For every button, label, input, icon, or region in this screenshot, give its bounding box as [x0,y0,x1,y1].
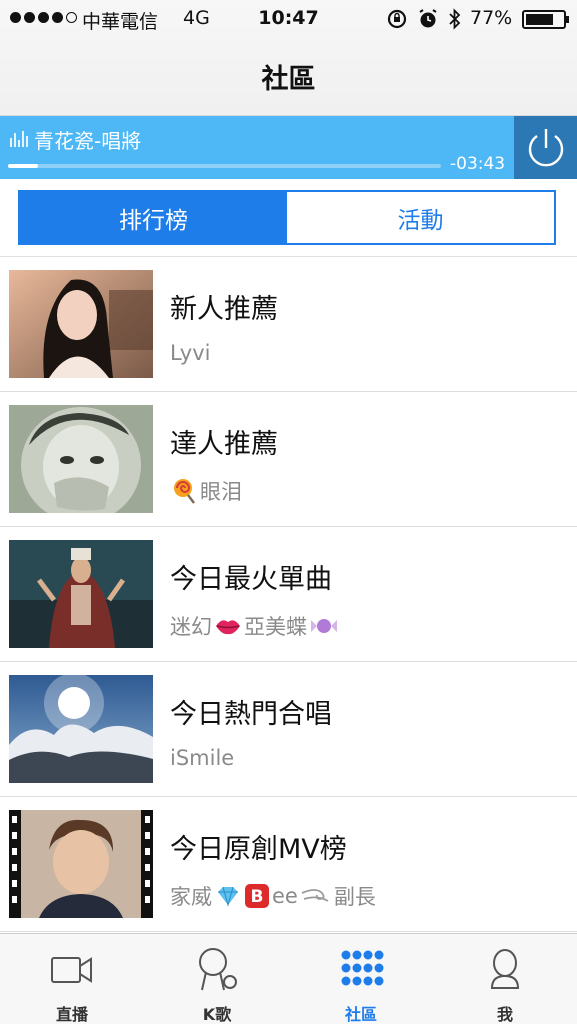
lips-icon [216,620,240,635]
video-camera-icon [51,957,92,983]
gem-icon [218,886,238,907]
list-item-user-name: iSmile [170,746,235,770]
list-item-user: 迷幻 亞美蝶 [170,611,339,641]
thumbnail-image [9,675,153,783]
list-item-user: 眼泪 [170,476,242,506]
power-button[interactable] [514,116,577,179]
tab-label: 直播 [55,1005,88,1024]
list-item-title: 今日原創MV榜 [170,834,347,865]
app-screen: 中華電信 4G 10:47 77% 社區 青花瓷-唱將 -03:43 排行榜 活… [0,0,577,1024]
bluetooth-icon [449,8,461,30]
alarm-icon [419,9,437,28]
mini-player[interactable]: 青花瓷-唱將 -03:43 [0,116,577,179]
status-bar: 中華電信 4G 10:47 77% [0,0,577,38]
list-item-user-name: 家威 [170,885,212,909]
list-item-user-name: Lyvi [170,341,211,365]
segment-events[interactable]: 活動 [287,192,554,243]
list-item-title: 今日熱門合唱 [170,699,332,730]
list-item-title: 新人推薦 [170,294,278,325]
wind-icon [301,889,329,902]
tab-live[interactable]: 直播 [17,934,127,1024]
grid-dots-icon [341,950,384,986]
candy-icon [311,619,337,633]
b-badge-icon: B [245,884,269,908]
tab-karaoke[interactable]: K歌 [162,934,272,1024]
equalizer-icon [10,131,28,147]
list-item-user-name: 眼泪 [200,480,242,504]
list-item[interactable]: 今日熱門合唱 iSmile [0,662,577,797]
ranking-list: 新人推薦 Lyvi 達人推薦 眼泪 今日最火單曲 迷幻 亞美蝶 今日熱門合唱 i… [0,257,577,932]
list-item-user: Lyvi [170,341,210,365]
list-item-user-name-3: 副長 [333,885,376,909]
rotation-lock-icon [387,9,407,29]
list-item-title: 達人推薦 [170,429,278,460]
now-playing-title: 青花瓷-唱將 [34,129,142,153]
tab-bar: 直播 K歌 社區 我 [0,933,577,1024]
thumbnail-image [9,540,153,648]
segment-ranking[interactable]: 排行榜 [20,192,287,243]
battery-icon [522,10,569,29]
battery-percent: 77% [470,7,513,29]
tab-label: 我 [496,1005,513,1024]
lollipop-icon [174,479,195,504]
list-item-user: iSmile [170,746,234,770]
list-item-user-name: 迷幻 [170,615,212,639]
playback-progress-fill [8,164,39,168]
list-item[interactable]: 今日最火單曲 迷幻 亞美蝶 [0,527,577,662]
list-item-title: 今日最火單曲 [170,564,332,595]
list-item[interactable]: 新人推薦 Lyvi [0,257,577,392]
list-item-user-name-2: 亞美蝶 [244,615,307,639]
thumbnail-image [9,405,153,513]
thumbnail-image [9,270,153,378]
person-icon [490,949,520,989]
svg-text:B: B [251,887,264,907]
list-item[interactable]: 達人推薦 眼泪 [0,392,577,527]
page-title: 社區 [261,64,316,95]
thumbnail-image [9,810,153,918]
status-icons [386,8,462,30]
tab-label: K歌 [202,1005,232,1024]
top-bar: 中華電信 4G 10:47 77% 社區 [0,0,577,116]
list-item[interactable]: 今日原創MV榜 家威 B ee 副長 [0,797,577,932]
tab-label: 社區 [344,1005,377,1024]
list-item-user: 家威 B ee 副長 [170,881,376,911]
tab-me[interactable]: 我 [450,934,560,1024]
tab-community[interactable]: 社區 [306,934,416,1024]
list-item-user-name-2: ee [272,884,298,908]
time-remaining: -03:43 [450,154,506,174]
microphone-icon [199,948,237,991]
playback-progress[interactable] [8,164,441,168]
segmented-control: 排行榜 活動 [18,190,556,245]
power-icon [528,128,563,166]
